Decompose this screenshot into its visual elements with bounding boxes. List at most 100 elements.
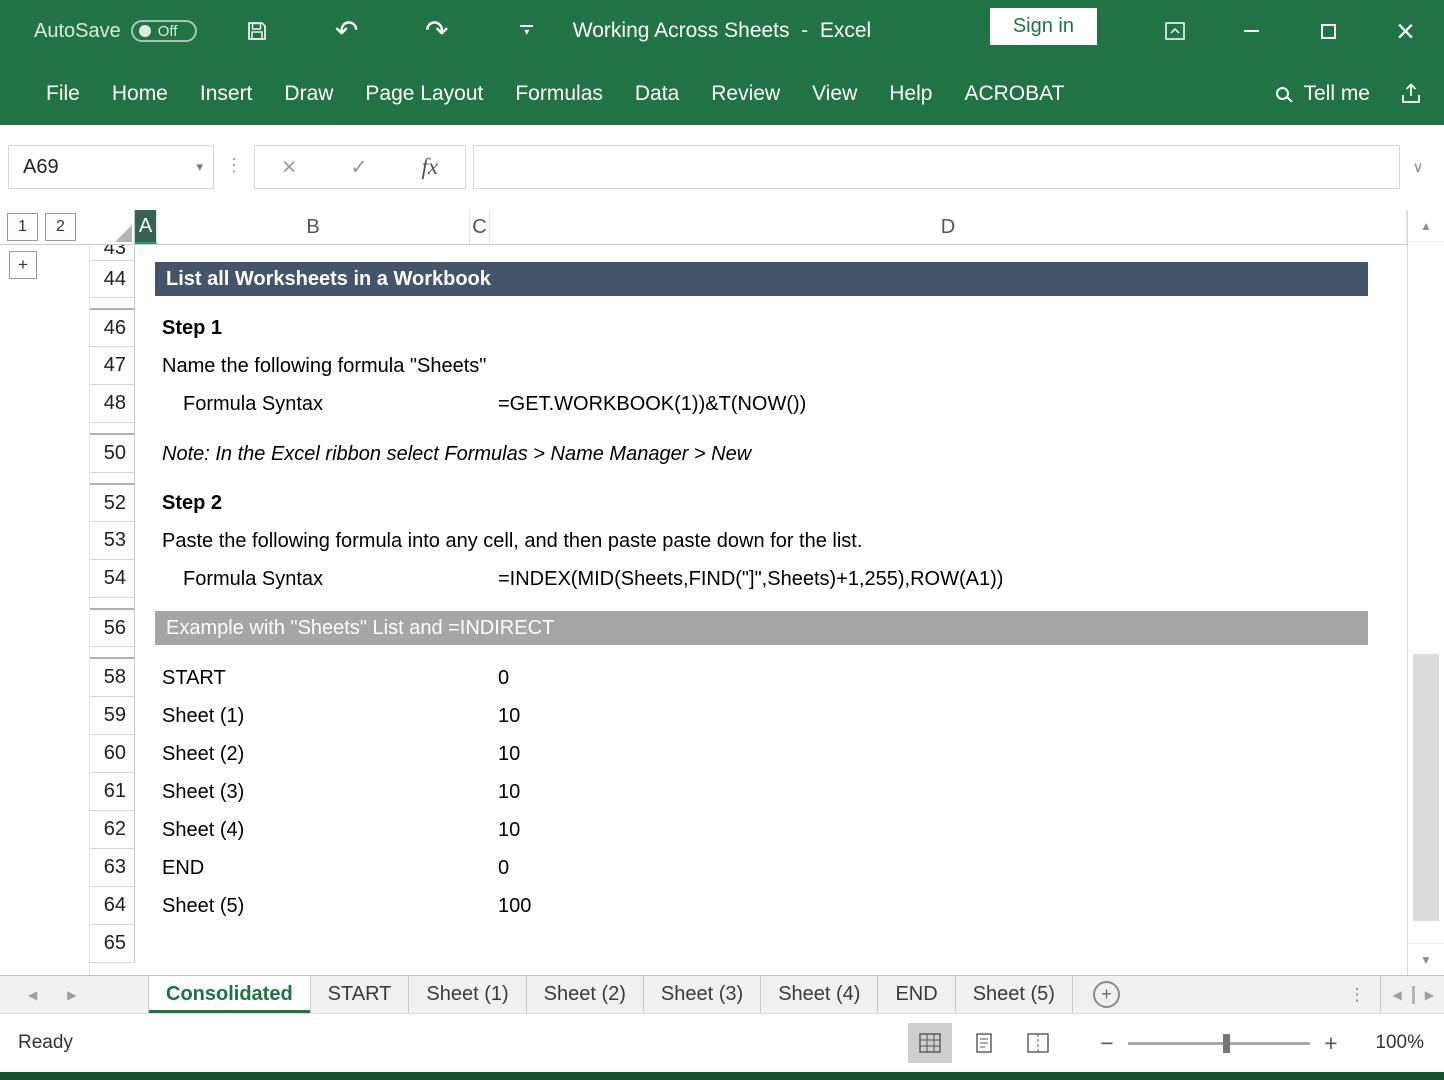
row-header-hidden[interactable] xyxy=(90,473,135,485)
row-content[interactable]: List all Worksheets in a Workbook xyxy=(135,261,1407,298)
row-content[interactable] xyxy=(135,245,1407,261)
row-content[interactable]: Formula Syntax=GET.WORKBOOK(1))&T(NOW()) xyxy=(135,385,1407,423)
sheet-tab-end[interactable]: END xyxy=(878,976,955,1013)
undo-button[interactable]: ↶ xyxy=(331,15,363,47)
row-header-64[interactable]: 64 xyxy=(90,887,135,925)
scroll-down-icon[interactable]: ▼ xyxy=(1408,943,1444,975)
row-header-65[interactable]: 65 xyxy=(90,925,135,963)
sheet-tab-sheet-5[interactable]: Sheet (5) xyxy=(956,976,1073,1013)
row-header-46[interactable]: 46 xyxy=(90,310,135,347)
row-header-53[interactable]: 53 xyxy=(90,522,135,560)
row-content[interactable] xyxy=(135,647,1407,659)
zoom-out-button[interactable]: − xyxy=(1092,1030,1122,1057)
ribbon-tab-file[interactable]: File xyxy=(30,72,96,116)
row-header-43[interactable]: 43 xyxy=(90,245,135,261)
ribbon-tab-home[interactable]: Home xyxy=(96,72,184,116)
select-all-corner[interactable] xyxy=(90,210,135,244)
outline-expand-button[interactable]: + xyxy=(9,251,37,279)
customize-toolbar-button[interactable]: ▾ xyxy=(511,15,543,47)
row-header-48[interactable]: 48 xyxy=(90,385,135,423)
zoom-in-button[interactable]: + xyxy=(1316,1030,1346,1057)
normal-view-button[interactable] xyxy=(908,1023,952,1063)
row-content[interactable]: Sheet (3)10 xyxy=(135,773,1407,811)
row-header-hidden[interactable] xyxy=(90,298,135,310)
hscroll-left-icon[interactable]: ◀ xyxy=(1393,988,1402,1002)
row-header-52[interactable]: 52 xyxy=(90,485,135,522)
enter-icon[interactable]: ✓ xyxy=(350,155,368,180)
insert-function-icon[interactable]: fx xyxy=(422,154,439,180)
minimize-button[interactable] xyxy=(1213,0,1290,62)
formula-bar-drag-handle[interactable]: ⋮ xyxy=(225,155,243,176)
row-content[interactable]: Formula Syntax=INDEX(MID(Sheets,FIND("]"… xyxy=(135,560,1407,598)
ribbon-tab-help[interactable]: Help xyxy=(873,72,948,116)
horizontal-scrollbar[interactable]: ◀ ▶ xyxy=(1380,976,1434,1013)
ribbon-tab-review[interactable]: Review xyxy=(695,72,796,116)
formula-bar-expand-icon[interactable]: ∨ xyxy=(1400,145,1436,189)
row-header-56[interactable]: 56 xyxy=(90,610,135,647)
close-button[interactable]: × xyxy=(1367,0,1444,62)
ribbon-tab-acrobat[interactable]: ACROBAT xyxy=(948,72,1080,116)
maximize-button[interactable] xyxy=(1290,0,1367,62)
row-header-54[interactable]: 54 xyxy=(90,560,135,598)
vertical-scroll-thumb[interactable] xyxy=(1413,654,1439,922)
row-content[interactable]: Example with "Sheets" List and =INDIRECT xyxy=(135,610,1407,647)
column-header-b[interactable]: B xyxy=(157,210,470,244)
row-header-44[interactable]: 44 xyxy=(90,261,135,298)
zoom-slider[interactable] xyxy=(1128,1042,1310,1045)
row-content[interactable] xyxy=(135,925,1407,963)
row-content[interactable]: Name the following formula "Sheets" xyxy=(135,347,1407,385)
column-header-c[interactable]: C xyxy=(470,210,490,244)
ribbon-tab-draw[interactable]: Draw xyxy=(268,72,349,116)
outline-level-2-button[interactable]: 2 xyxy=(45,213,76,241)
row-content[interactable]: START0 xyxy=(135,659,1407,697)
redo-button[interactable]: ↷ xyxy=(421,15,453,47)
row-header-58[interactable]: 58 xyxy=(90,659,135,697)
autosave-pill[interactable]: Off xyxy=(131,20,197,42)
sheet-tab-sheet-1[interactable]: Sheet (1) xyxy=(409,976,526,1013)
new-sheet-button[interactable]: + xyxy=(1093,981,1120,1008)
zoom-level[interactable]: 100% xyxy=(1358,1032,1430,1054)
save-button[interactable] xyxy=(241,15,273,47)
row-header-47[interactable]: 47 xyxy=(90,347,135,385)
zoom-slider-thumb[interactable] xyxy=(1223,1034,1230,1053)
row-header-50[interactable]: 50 xyxy=(90,435,135,473)
name-box[interactable]: A69 ▾ xyxy=(8,145,214,189)
ribbon-tab-insert[interactable]: Insert xyxy=(184,72,269,116)
column-header-d[interactable]: D xyxy=(490,210,1407,244)
sign-in-button[interactable]: Sign in xyxy=(990,8,1097,45)
row-header-hidden[interactable] xyxy=(90,647,135,659)
autosave-toggle[interactable]: AutoSave Off xyxy=(34,20,197,43)
column-header-a[interactable]: A xyxy=(135,210,157,244)
row-content[interactable]: Sheet (5)100 xyxy=(135,887,1407,925)
tab-overflow-icon[interactable]: ⋮ xyxy=(1349,985,1366,1005)
tab-nav-left-icon[interactable]: ◀ xyxy=(28,988,37,1002)
vertical-scrollbar[interactable]: ▲ ▼ xyxy=(1407,210,1444,975)
ribbon-tab-page-layout[interactable]: Page Layout xyxy=(349,72,499,116)
sheet-tab-sheet-4[interactable]: Sheet (4) xyxy=(761,976,878,1013)
tab-splitter-handle[interactable] xyxy=(1412,986,1415,1004)
row-header-hidden[interactable] xyxy=(90,423,135,435)
row-content[interactable]: Note: In the Excel ribbon select Formula… xyxy=(135,435,1407,473)
ribbon-tab-formulas[interactable]: Formulas xyxy=(499,72,619,116)
row-content[interactable] xyxy=(135,298,1407,310)
sheet-tab-sheet-2[interactable]: Sheet (2) xyxy=(527,976,644,1013)
row-content[interactable] xyxy=(135,473,1407,485)
row-content[interactable] xyxy=(135,598,1407,610)
page-break-view-button[interactable] xyxy=(1016,1023,1060,1063)
row-header-59[interactable]: 59 xyxy=(90,697,135,735)
row-content[interactable]: Sheet (2)10 xyxy=(135,735,1407,773)
sheet-tab-sheet-3[interactable]: Sheet (3) xyxy=(644,976,761,1013)
row-header-60[interactable]: 60 xyxy=(90,735,135,773)
row-content[interactable]: Sheet (4)10 xyxy=(135,811,1407,849)
row-header-hidden[interactable] xyxy=(90,598,135,610)
row-header-62[interactable]: 62 xyxy=(90,811,135,849)
ribbon-tab-data[interactable]: Data xyxy=(619,72,695,116)
cancel-icon[interactable]: × xyxy=(282,153,297,182)
formula-input[interactable] xyxy=(473,145,1400,189)
row-content[interactable]: Step 2 xyxy=(135,485,1407,522)
tab-nav-right-icon[interactable]: ▶ xyxy=(67,988,76,1002)
share-button[interactable] xyxy=(1398,82,1424,106)
row-header-63[interactable]: 63 xyxy=(90,849,135,887)
ribbon-display-options-button[interactable] xyxy=(1136,0,1213,62)
row-content[interactable] xyxy=(135,423,1407,435)
